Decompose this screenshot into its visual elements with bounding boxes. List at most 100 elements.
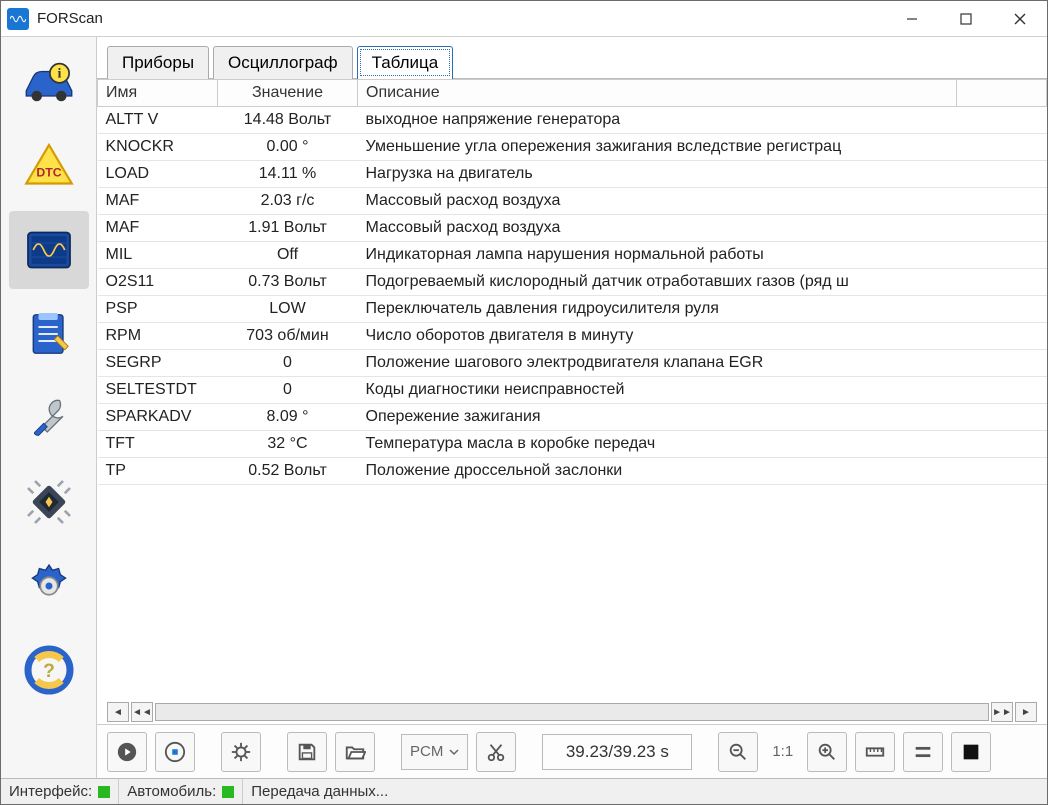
pid-desc: Положение дроссельной заслонки [358, 458, 957, 485]
open-button[interactable] [335, 732, 375, 772]
app-icon [7, 8, 29, 30]
close-button[interactable] [993, 1, 1047, 37]
svg-text:i: i [57, 67, 61, 82]
table-row[interactable]: RPM703 об/минЧисло оборотов двигателя в … [98, 323, 1047, 350]
lines-button[interactable] [903, 732, 943, 772]
tests-button[interactable] [9, 295, 89, 373]
zoom-in-button[interactable] [807, 732, 847, 772]
service-button[interactable] [9, 379, 89, 457]
pid-extra [957, 215, 1047, 242]
cut-button[interactable] [476, 732, 516, 772]
pid-desc: Положение шагового электродвигателя клап… [358, 350, 957, 377]
table-row[interactable]: KNOCKR0.00 °Уменьшение угла опережения з… [98, 134, 1047, 161]
pid-name: SELTESTDT [98, 377, 218, 404]
table-row[interactable]: TP0.52 ВольтПоложение дроссельной заслон… [98, 458, 1047, 485]
col-extra[interactable] [957, 80, 1047, 107]
scroll-start-button[interactable]: ◄ [107, 702, 129, 722]
play-button[interactable] [107, 732, 147, 772]
zoom-label: 1:1 [766, 734, 799, 770]
scroll-forward-button[interactable]: ►► [991, 702, 1013, 722]
pid-desc: Массовый расход воздуха [358, 215, 957, 242]
table-row[interactable]: O2S110.73 ВольтПодогреваемый кислородный… [98, 269, 1047, 296]
status-vehicle-label: Автомобиль: [127, 783, 216, 800]
table-row[interactable]: TFT32 °CТемпература масла в коробке пере… [98, 431, 1047, 458]
pid-name: MAF [98, 188, 218, 215]
pid-name: MAF [98, 215, 218, 242]
pid-name: TP [98, 458, 218, 485]
table-row[interactable]: SEGRP0Положение шагового электродвигател… [98, 350, 1047, 377]
pid-value: LOW [218, 296, 358, 323]
col-desc[interactable]: Описание [358, 80, 957, 107]
content-area: Приборы Осциллограф Таблица Имя Значение… [97, 37, 1047, 778]
playback-scroll: ◄ ◄◄ ►► ► [97, 700, 1047, 724]
pid-extra [957, 458, 1047, 485]
app-window: FORScan i DTC [0, 0, 1048, 805]
scroll-track[interactable] [155, 703, 989, 721]
zoom-out-button[interactable] [718, 732, 758, 772]
table-row[interactable]: SELTESTDT0Коды диагностики неисправносте… [98, 377, 1047, 404]
pid-value: 0 [218, 350, 358, 377]
pid-extra [957, 161, 1047, 188]
table-row[interactable]: MAF2.03 г/сМассовый расход воздуха [98, 188, 1047, 215]
stop-button[interactable] [155, 732, 195, 772]
help-button[interactable]: ? [9, 631, 89, 709]
save-button[interactable] [287, 732, 327, 772]
pid-name: LOAD [98, 161, 218, 188]
pid-extra [957, 323, 1047, 350]
tab-table[interactable]: Таблица [357, 46, 454, 79]
pid-extra [957, 350, 1047, 377]
status-interface: Интерфейс: [1, 779, 119, 804]
app-title: FORScan [37, 10, 103, 27]
pid-value: 1.91 Вольт [218, 215, 358, 242]
scroll-rewind-button[interactable]: ◄◄ [131, 702, 153, 722]
status-vehicle: Автомобиль: [119, 779, 243, 804]
pid-value: 703 об/мин [218, 323, 358, 350]
tab-instruments[interactable]: Приборы [107, 46, 209, 79]
table-row[interactable]: MAF1.91 ВольтМассовый расход воздуха [98, 215, 1047, 242]
pid-name: MIL [98, 242, 218, 269]
settings-button[interactable] [9, 547, 89, 625]
col-value[interactable]: Значение [218, 80, 358, 107]
table-row[interactable]: PSPLOWПереключатель давления гидроусилит… [98, 296, 1047, 323]
minimize-button[interactable] [885, 1, 939, 37]
pid-extra [957, 134, 1047, 161]
pid-desc: Температура масла в коробке передач [358, 431, 957, 458]
chevron-down-icon [449, 747, 459, 757]
status-interface-label: Интерфейс: [9, 783, 92, 800]
tab-oscilloscope[interactable]: Осциллограф [213, 46, 353, 79]
status-activity: Передача данных... [243, 779, 1047, 804]
vehicle-info-button[interactable]: i [9, 43, 89, 121]
maximize-button[interactable] [939, 1, 993, 37]
pid-value: 0.52 Вольт [218, 458, 358, 485]
titlebar: FORScan [1, 1, 1047, 37]
status-vehicle-light [222, 786, 234, 798]
oscilloscope-button[interactable] [9, 211, 89, 289]
table-row[interactable]: ALTT V14.48 Вольтвыходное напряжение ген… [98, 107, 1047, 134]
color-button[interactable] [951, 732, 991, 772]
pid-value: 2.03 г/с [218, 188, 358, 215]
statusbar: Интерфейс: Автомобиль: Передача данных..… [1, 778, 1047, 804]
module-select[interactable]: PCM [401, 734, 468, 770]
pid-value: 8.09 ° [218, 404, 358, 431]
body-area: i DTC [1, 37, 1047, 778]
pid-extra [957, 431, 1047, 458]
pid-extra [957, 188, 1047, 215]
pid-name: TFT [98, 431, 218, 458]
pid-desc: Переключатель давления гидроусилителя ру… [358, 296, 957, 323]
pid-value: 32 °C [218, 431, 358, 458]
ruler-button[interactable] [855, 732, 895, 772]
pid-name: PSP [98, 296, 218, 323]
col-name[interactable]: Имя [98, 80, 218, 107]
chip-button[interactable] [9, 463, 89, 541]
dtc-button[interactable]: DTC [9, 127, 89, 205]
left-toolbar: i DTC [1, 37, 97, 778]
table-row[interactable]: SPARKADV8.09 °Опережение зажигания [98, 404, 1047, 431]
pid-desc: Нагрузка на двигатель [358, 161, 957, 188]
pid-value: 0.00 ° [218, 134, 358, 161]
svg-text:DTC: DTC [36, 166, 61, 180]
pid-value: 0 [218, 377, 358, 404]
table-row[interactable]: LOAD14.11 %Нагрузка на двигатель [98, 161, 1047, 188]
table-row[interactable]: MILOffИндикаторная лампа нарушения норма… [98, 242, 1047, 269]
gear-button[interactable] [221, 732, 261, 772]
scroll-end-button[interactable]: ► [1015, 702, 1037, 722]
